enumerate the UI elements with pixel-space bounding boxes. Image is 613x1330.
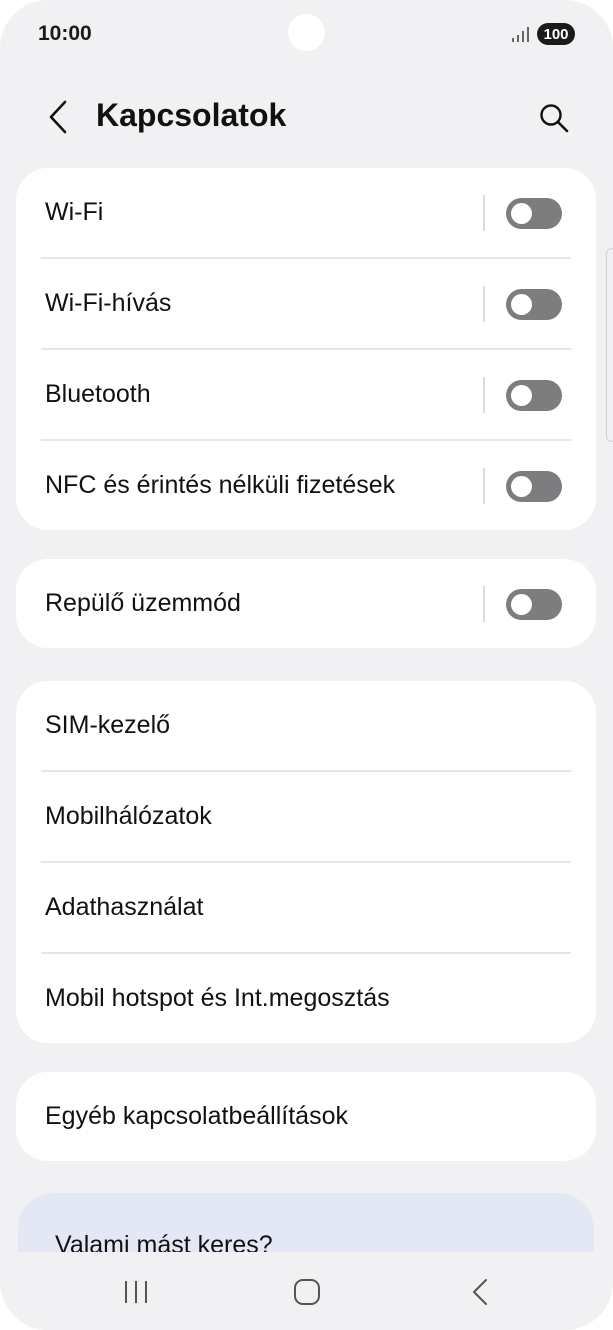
navigation-bar [0, 1252, 613, 1330]
sim-manager-label: SIM-kezelő [45, 711, 171, 739]
sim-manager-row[interactable]: SIM-kezelő [16, 681, 596, 770]
bluetooth-row[interactable]: Bluetooth [16, 350, 596, 439]
connections-toggle-card: Wi-Fi Wi-Fi-hívás Bluetooth NFC és érint… [16, 168, 596, 530]
page-title: Kapcsolatok [96, 97, 287, 133]
hotspot-label: Mobil hotspot és Int.megosztás [45, 984, 390, 1012]
recent-apps-icon [125, 1281, 147, 1303]
row-divider [483, 377, 485, 413]
status-time: 10:00 [38, 22, 92, 45]
camera-cutout [288, 14, 325, 51]
wifi-calling-label: Wi-Fi-hívás [45, 289, 172, 317]
toggle-knob [511, 594, 532, 615]
battery-indicator: 100 [537, 23, 575, 45]
hotspot-row[interactable]: Mobil hotspot és Int.megosztás [16, 954, 596, 1043]
more-settings-card: Egyéb kapcsolatbeállítások [16, 1072, 596, 1161]
wifi-toggle[interactable] [506, 198, 562, 229]
chevron-left-icon [49, 100, 67, 134]
row-divider [483, 195, 485, 231]
mobile-networks-label: Mobilhálózatok [45, 802, 212, 830]
wifi-row[interactable]: Wi-Fi [16, 168, 596, 257]
search-button[interactable] [532, 96, 576, 140]
toggle-knob [511, 385, 532, 406]
toggle-knob [511, 294, 532, 315]
wifi-calling-toggle[interactable] [506, 289, 562, 320]
back-nav-button[interactable] [450, 1262, 510, 1322]
wifi-calling-row[interactable]: Wi-Fi-hívás [16, 259, 596, 348]
data-usage-row[interactable]: Adathasználat [16, 863, 596, 952]
phone-screen: 10:00 100 Kapcsolatok Wi-Fi Wi-Fi-hívás [0, 0, 613, 1330]
signal-icon [512, 27, 529, 42]
home-button[interactable] [277, 1262, 337, 1322]
more-connection-settings-label: Egyéb kapcsolatbeállítások [45, 1102, 348, 1130]
data-usage-label: Adathasználat [45, 893, 204, 921]
wifi-label: Wi-Fi [45, 198, 104, 226]
airplane-mode-row[interactable]: Repülő üzemmód [16, 559, 596, 648]
nfc-toggle[interactable] [506, 471, 562, 502]
more-connection-settings-row[interactable]: Egyéb kapcsolatbeállítások [16, 1072, 596, 1161]
nfc-label: NFC és érintés nélküli fizetések [45, 471, 396, 499]
airplane-mode-card: Repülő üzemmód [16, 559, 596, 648]
nfc-row[interactable]: NFC és érintés nélküli fizetések [16, 441, 596, 530]
back-nav-icon [473, 1279, 487, 1305]
back-button[interactable] [38, 95, 78, 139]
row-divider [483, 586, 485, 622]
toggle-knob [511, 203, 532, 224]
search-icon [540, 104, 569, 133]
bluetooth-label: Bluetooth [45, 380, 151, 408]
home-icon [294, 1279, 320, 1305]
airplane-mode-label: Repülő üzemmód [45, 589, 241, 617]
bluetooth-toggle[interactable] [506, 380, 562, 411]
row-divider [483, 286, 485, 322]
airplane-mode-toggle[interactable] [506, 589, 562, 620]
toggle-knob [511, 476, 532, 497]
recent-apps-button[interactable] [106, 1262, 166, 1322]
mobile-settings-card: SIM-kezelő Mobilhálózatok Adathasználat … [16, 681, 596, 1043]
row-divider [483, 468, 485, 504]
mobile-networks-row[interactable]: Mobilhálózatok [16, 772, 596, 861]
scroll-indicator[interactable] [606, 248, 613, 442]
